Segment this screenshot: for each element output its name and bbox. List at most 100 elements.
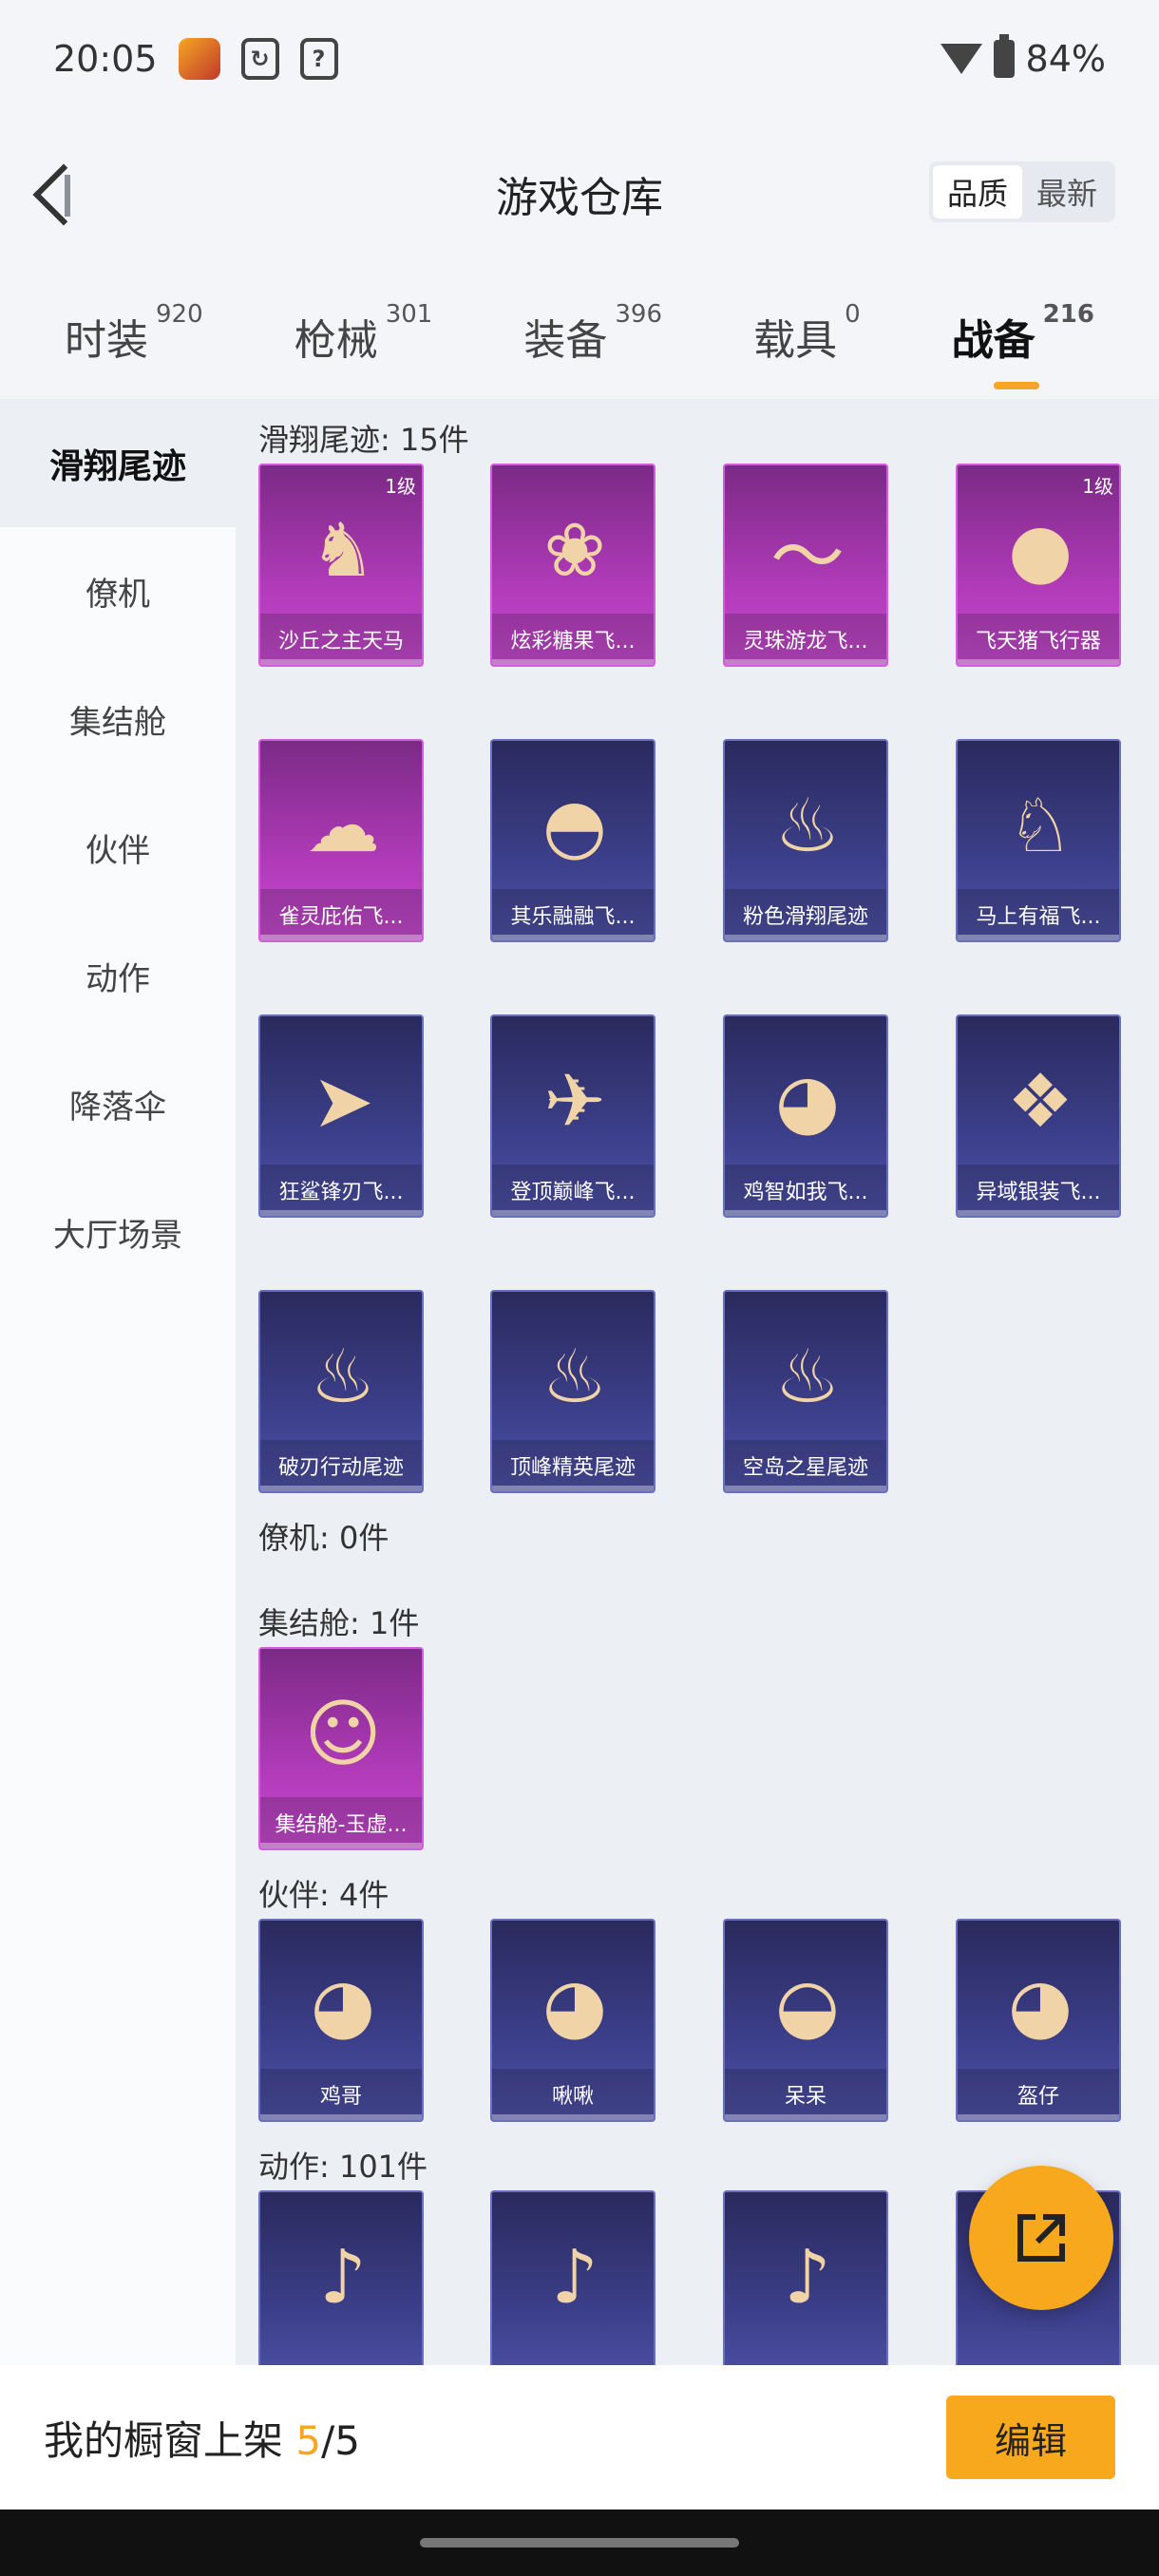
sidebar-item-companion[interactable]: 伙伴 <box>0 784 236 912</box>
item-name: 鸡哥 <box>260 2069 422 2120</box>
tab-count: 216 <box>1042 300 1094 329</box>
battery-icon <box>993 34 1015 78</box>
inventory-item-card[interactable]: ☁ 雀灵庇佑飞... <box>258 739 424 942</box>
item-name: 灵珠游龙飞... <box>725 614 886 665</box>
showcase-bar: 我的橱窗上架 5/5 编辑 <box>0 2365 1159 2510</box>
flying-pig-icon: ● <box>1007 508 1074 594</box>
tab-count: 920 <box>156 300 203 329</box>
section-title: 僚机: 0件 <box>258 1520 390 1556</box>
inventory-item-card[interactable]: ◕ 鸡智如我飞... <box>723 1014 888 1218</box>
inventory-item-card[interactable]: ◕ 盔仔 <box>956 1919 1121 2122</box>
candy-wings-icon: ❀ <box>543 508 606 594</box>
pink-bird-icon: ◕ <box>542 1963 608 2049</box>
inventory-item-card[interactable]: ♪ <box>258 2190 424 2365</box>
silver-wing-icon: ❖ <box>1007 1059 1074 1145</box>
tab-count: 396 <box>615 300 663 329</box>
tab-label: 时装 <box>65 316 149 365</box>
inventory-item-card[interactable]: ◕ 啾啾 <box>490 1919 656 2122</box>
sidebar-item-wingman[interactable]: 僚机 <box>0 527 236 655</box>
sidebar: 滑翔尾迹 僚机 集结舱 伙伴 动作 降落伞 大厅场景 <box>0 399 236 2365</box>
sidebar-item-emote[interactable]: 动作 <box>0 912 236 1040</box>
screen-rotate-icon: ↻ <box>240 38 279 80</box>
game-app-icon <box>178 38 220 80</box>
penguin-icon: ◓ <box>542 784 608 869</box>
inventory-item-card[interactable]: ♨ 顶峰精英尾迹 <box>490 1290 656 1493</box>
item-name: 盔仔 <box>958 2069 1119 2120</box>
inventory-item-card[interactable]: ♪ <box>723 2190 888 2365</box>
showcase-shown-count: 5 <box>295 2416 322 2464</box>
inventory-item-card[interactable]: 1级 ♞ 沙丘之主天马 <box>258 464 424 667</box>
tab-equipment[interactable]: 装备 396 <box>523 296 662 372</box>
tab-count: 301 <box>385 300 433 329</box>
tab-vehicles[interactable]: 载具 0 <box>753 296 861 372</box>
sidebar-item-pod[interactable]: 集结舱 <box>0 655 236 784</box>
inventory-item-card[interactable]: 1级 ● 飞天猪飞行器 <box>956 464 1121 667</box>
item-name: 粉色滑翔尾迹 <box>725 889 886 940</box>
tab-label: 枪械 <box>294 316 378 365</box>
share-button[interactable] <box>969 2166 1113 2310</box>
status-bar: 20:05 ↻ ? 84% <box>0 0 1159 118</box>
inventory-item-card[interactable]: ♨ 空岛之星尾迹 <box>723 1290 888 1493</box>
inventory-item-card[interactable]: ♪ <box>490 2190 656 2365</box>
helmet-chick-icon: ◕ <box>1007 1963 1074 2049</box>
inventory-item-card[interactable]: ◕ 鸡哥 <box>258 1919 424 2122</box>
edit-button[interactable]: 编辑 <box>946 2396 1115 2479</box>
inventory-item-card[interactable]: ◒ 呆呆 <box>723 1919 888 2122</box>
sidebar-item-glide-trail[interactable]: 滑翔尾迹 <box>0 399 236 527</box>
inventory-item-card[interactable]: 〜灵珠游龙飞... <box>723 464 888 667</box>
showcase-label: 我的橱窗上架 5/5 <box>44 2409 360 2467</box>
star-trail-icon: ♨ <box>774 1335 841 1420</box>
home-indicator[interactable] <box>420 2538 739 2548</box>
inventory-item-card[interactable]: ✈ 登顶巅峰飞... <box>490 1014 656 1218</box>
chicken-icon: ◕ <box>310 1963 376 2049</box>
item-name: 空岛之星尾迹 <box>725 1440 886 1491</box>
tab-count: 0 <box>845 300 861 329</box>
dance-icon: ♪ <box>784 2235 831 2320</box>
tab-guns[interactable]: 枪械 301 <box>294 296 433 372</box>
pegasus-chariot-icon: ♞ <box>310 508 376 594</box>
sidebar-item-parachute[interactable]: 降落伞 <box>0 1040 236 1168</box>
help-icon: ? <box>299 38 338 80</box>
item-name: 马上有福飞... <box>958 889 1119 940</box>
jet-icon: ✈ <box>543 1059 606 1145</box>
system-nav-bar <box>0 2510 1159 2576</box>
sort-newest-button[interactable]: 最新 <box>1022 165 1112 218</box>
item-name: 炫彩糖果飞... <box>492 614 654 665</box>
inventory-item-card[interactable]: ☺ 集结舱-玉虚... <box>258 1647 424 1850</box>
tab-label: 战备 <box>951 316 1036 365</box>
chick-icon: ◒ <box>774 1963 841 2049</box>
rainbow-trail-icon: ♨ <box>310 1335 376 1420</box>
sidebar-item-lobby-scene[interactable]: 大厅场景 <box>0 1168 236 1297</box>
section-title: 动作: 101件 <box>258 2149 428 2185</box>
inventory-item-card[interactable]: ♨ 破刃行动尾迹 <box>258 1290 424 1493</box>
status-time: 20:05 <box>53 38 158 80</box>
item-name: 狂鲨锋刃飞... <box>260 1165 422 1216</box>
showcase-text: 我的橱窗上架 <box>44 2416 296 2464</box>
back-button[interactable] <box>28 161 86 228</box>
item-name: 其乐融融飞... <box>492 889 654 940</box>
sort-toggle: 品质 最新 <box>929 161 1115 222</box>
showcase-total-count: 5 <box>334 2416 360 2464</box>
item-name: 顶峰精英尾迹 <box>492 1440 654 1491</box>
tab-label: 载具 <box>753 316 838 365</box>
sort-quality-button[interactable]: 品质 <box>933 165 1022 218</box>
tab-fashion[interactable]: 时装 920 <box>65 296 203 372</box>
item-name: 鸡智如我飞... <box>725 1165 886 1216</box>
active-tab-indicator <box>993 382 1039 389</box>
inventory-content[interactable]: 滑翔尾迹: 15件 1级 ♞ 沙丘之主天马 ❀ 炫彩糖果飞... 〜灵珠游龙飞... 1级 ● 飞… <box>236 399 1159 2365</box>
tab-battle-gear[interactable]: 战备 216 <box>951 296 1094 389</box>
dragon-icon: 〜 <box>770 515 845 600</box>
dance-icon: ♪ <box>551 2235 598 2320</box>
battery-percent: 84% <box>1025 38 1106 80</box>
item-name: 异域银装飞... <box>958 1165 1119 1216</box>
inventory-item-card[interactable]: ❀ 炫彩糖果飞... <box>490 464 656 667</box>
showcase-separator: / <box>321 2416 335 2464</box>
inventory-item-card[interactable]: ➤ 狂鲨锋刃飞... <box>258 1014 424 1218</box>
inventory-item-card[interactable]: ♨ 粉色滑翔尾迹 <box>723 739 888 942</box>
blue-trail-icon: ♨ <box>542 1335 608 1420</box>
inventory-item-card[interactable]: ❖ 异域银装飞... <box>956 1014 1121 1218</box>
inventory-item-card[interactable]: ◓ 其乐融融飞... <box>490 739 656 942</box>
inventory-item-card[interactable]: ♘ 马上有福飞... <box>956 739 1121 942</box>
horse-toy-icon: ♘ <box>1007 784 1074 869</box>
item-name: 雀灵庇佑飞... <box>260 889 422 940</box>
